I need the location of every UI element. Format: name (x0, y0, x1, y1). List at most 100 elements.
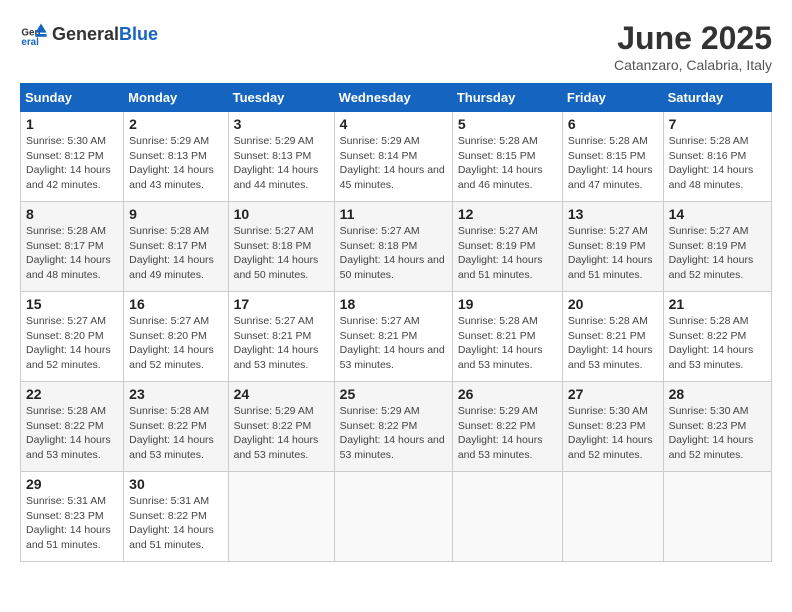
page-header: Gen eral GeneralBlue June 2025 Catanzaro… (20, 20, 772, 73)
day-detail: Sunrise: 5:28 AMSunset: 8:21 PMDaylight:… (458, 315, 543, 371)
calendar-cell: 12 Sunrise: 5:27 AMSunset: 8:19 PMDaylig… (452, 202, 562, 292)
calendar-header-row: SundayMondayTuesdayWednesdayThursdayFrid… (21, 84, 772, 112)
day-detail: Sunrise: 5:29 AMSunset: 8:22 PMDaylight:… (234, 405, 319, 461)
calendar-cell: 7 Sunrise: 5:28 AMSunset: 8:16 PMDayligh… (663, 112, 771, 202)
calendar-cell: 10 Sunrise: 5:27 AMSunset: 8:18 PMDaylig… (228, 202, 334, 292)
calendar-week-5: 29 Sunrise: 5:31 AMSunset: 8:23 PMDaylig… (21, 472, 772, 562)
calendar-cell: 8 Sunrise: 5:28 AMSunset: 8:17 PMDayligh… (21, 202, 124, 292)
day-number: 3 (234, 116, 329, 132)
calendar-cell: 4 Sunrise: 5:29 AMSunset: 8:14 PMDayligh… (334, 112, 452, 202)
day-number: 22 (26, 386, 118, 402)
calendar-cell: 30 Sunrise: 5:31 AMSunset: 8:22 PMDaylig… (124, 472, 228, 562)
day-number: 16 (129, 296, 222, 312)
day-number: 7 (669, 116, 766, 132)
calendar-cell: 16 Sunrise: 5:27 AMSunset: 8:20 PMDaylig… (124, 292, 228, 382)
logo-icon: Gen eral (20, 20, 48, 48)
calendar-cell: 9 Sunrise: 5:28 AMSunset: 8:17 PMDayligh… (124, 202, 228, 292)
calendar-cell: 27 Sunrise: 5:30 AMSunset: 8:23 PMDaylig… (562, 382, 663, 472)
day-detail: Sunrise: 5:30 AMSunset: 8:23 PMDaylight:… (568, 405, 653, 461)
day-number: 9 (129, 206, 222, 222)
day-number: 29 (26, 476, 118, 492)
calendar-cell: 11 Sunrise: 5:27 AMSunset: 8:18 PMDaylig… (334, 202, 452, 292)
day-detail: Sunrise: 5:27 AMSunset: 8:21 PMDaylight:… (340, 315, 445, 371)
location-title: Catanzaro, Calabria, Italy (614, 57, 772, 73)
day-detail: Sunrise: 5:28 AMSunset: 8:22 PMDaylight:… (669, 315, 754, 371)
day-detail: Sunrise: 5:28 AMSunset: 8:17 PMDaylight:… (26, 225, 111, 281)
day-detail: Sunrise: 5:28 AMSunset: 8:16 PMDaylight:… (669, 135, 754, 191)
day-detail: Sunrise: 5:27 AMSunset: 8:18 PMDaylight:… (234, 225, 319, 281)
day-number: 18 (340, 296, 447, 312)
month-title: June 2025 (614, 20, 772, 57)
calendar-cell: 20 Sunrise: 5:28 AMSunset: 8:21 PMDaylig… (562, 292, 663, 382)
calendar-cell: 5 Sunrise: 5:28 AMSunset: 8:15 PMDayligh… (452, 112, 562, 202)
day-detail: Sunrise: 5:27 AMSunset: 8:20 PMDaylight:… (129, 315, 214, 371)
calendar-table: SundayMondayTuesdayWednesdayThursdayFrid… (20, 83, 772, 562)
day-detail: Sunrise: 5:30 AMSunset: 8:23 PMDaylight:… (669, 405, 754, 461)
calendar-week-4: 22 Sunrise: 5:28 AMSunset: 8:22 PMDaylig… (21, 382, 772, 472)
calendar-week-2: 8 Sunrise: 5:28 AMSunset: 8:17 PMDayligh… (21, 202, 772, 292)
day-number: 19 (458, 296, 557, 312)
header-thursday: Thursday (452, 84, 562, 112)
calendar-cell: 24 Sunrise: 5:29 AMSunset: 8:22 PMDaylig… (228, 382, 334, 472)
calendar-cell: 6 Sunrise: 5:28 AMSunset: 8:15 PMDayligh… (562, 112, 663, 202)
day-number: 24 (234, 386, 329, 402)
day-number: 26 (458, 386, 557, 402)
calendar-cell (663, 472, 771, 562)
day-detail: Sunrise: 5:29 AMSunset: 8:13 PMDaylight:… (129, 135, 214, 191)
day-detail: Sunrise: 5:28 AMSunset: 8:22 PMDaylight:… (26, 405, 111, 461)
day-detail: Sunrise: 5:29 AMSunset: 8:14 PMDaylight:… (340, 135, 445, 191)
day-number: 5 (458, 116, 557, 132)
day-detail: Sunrise: 5:27 AMSunset: 8:21 PMDaylight:… (234, 315, 319, 371)
header-wednesday: Wednesday (334, 84, 452, 112)
day-number: 8 (26, 206, 118, 222)
day-number: 25 (340, 386, 447, 402)
calendar-cell (334, 472, 452, 562)
day-number: 2 (129, 116, 222, 132)
calendar-cell (562, 472, 663, 562)
calendar-cell: 17 Sunrise: 5:27 AMSunset: 8:21 PMDaylig… (228, 292, 334, 382)
calendar-cell: 2 Sunrise: 5:29 AMSunset: 8:13 PMDayligh… (124, 112, 228, 202)
calendar-cell (452, 472, 562, 562)
header-monday: Monday (124, 84, 228, 112)
day-detail: Sunrise: 5:28 AMSunset: 8:21 PMDaylight:… (568, 315, 653, 371)
calendar-cell: 3 Sunrise: 5:29 AMSunset: 8:13 PMDayligh… (228, 112, 334, 202)
calendar-cell: 15 Sunrise: 5:27 AMSunset: 8:20 PMDaylig… (21, 292, 124, 382)
calendar-cell: 22 Sunrise: 5:28 AMSunset: 8:22 PMDaylig… (21, 382, 124, 472)
day-detail: Sunrise: 5:28 AMSunset: 8:15 PMDaylight:… (458, 135, 543, 191)
logo-blue: Blue (119, 24, 158, 45)
day-number: 14 (669, 206, 766, 222)
day-number: 1 (26, 116, 118, 132)
header-tuesday: Tuesday (228, 84, 334, 112)
day-number: 15 (26, 296, 118, 312)
day-number: 13 (568, 206, 658, 222)
day-detail: Sunrise: 5:27 AMSunset: 8:19 PMDaylight:… (568, 225, 653, 281)
calendar-week-1: 1 Sunrise: 5:30 AMSunset: 8:12 PMDayligh… (21, 112, 772, 202)
day-number: 12 (458, 206, 557, 222)
calendar-cell: 25 Sunrise: 5:29 AMSunset: 8:22 PMDaylig… (334, 382, 452, 472)
calendar-cell: 23 Sunrise: 5:28 AMSunset: 8:22 PMDaylig… (124, 382, 228, 472)
day-number: 6 (568, 116, 658, 132)
calendar-cell: 18 Sunrise: 5:27 AMSunset: 8:21 PMDaylig… (334, 292, 452, 382)
calendar-week-3: 15 Sunrise: 5:27 AMSunset: 8:20 PMDaylig… (21, 292, 772, 382)
day-number: 20 (568, 296, 658, 312)
day-detail: Sunrise: 5:28 AMSunset: 8:22 PMDaylight:… (129, 405, 214, 461)
day-detail: Sunrise: 5:27 AMSunset: 8:19 PMDaylight:… (458, 225, 543, 281)
header-sunday: Sunday (21, 84, 124, 112)
day-number: 28 (669, 386, 766, 402)
header-friday: Friday (562, 84, 663, 112)
day-number: 27 (568, 386, 658, 402)
day-detail: Sunrise: 5:29 AMSunset: 8:22 PMDaylight:… (458, 405, 543, 461)
day-detail: Sunrise: 5:27 AMSunset: 8:20 PMDaylight:… (26, 315, 111, 371)
calendar-cell: 26 Sunrise: 5:29 AMSunset: 8:22 PMDaylig… (452, 382, 562, 472)
calendar-cell: 14 Sunrise: 5:27 AMSunset: 8:19 PMDaylig… (663, 202, 771, 292)
day-number: 4 (340, 116, 447, 132)
logo: Gen eral GeneralBlue (20, 20, 158, 48)
day-detail: Sunrise: 5:31 AMSunset: 8:22 PMDaylight:… (129, 495, 214, 551)
title-area: June 2025 Catanzaro, Calabria, Italy (614, 20, 772, 73)
day-detail: Sunrise: 5:29 AMSunset: 8:13 PMDaylight:… (234, 135, 319, 191)
day-number: 10 (234, 206, 329, 222)
day-number: 17 (234, 296, 329, 312)
calendar-cell: 21 Sunrise: 5:28 AMSunset: 8:22 PMDaylig… (663, 292, 771, 382)
day-number: 11 (340, 206, 447, 222)
day-detail: Sunrise: 5:29 AMSunset: 8:22 PMDaylight:… (340, 405, 445, 461)
